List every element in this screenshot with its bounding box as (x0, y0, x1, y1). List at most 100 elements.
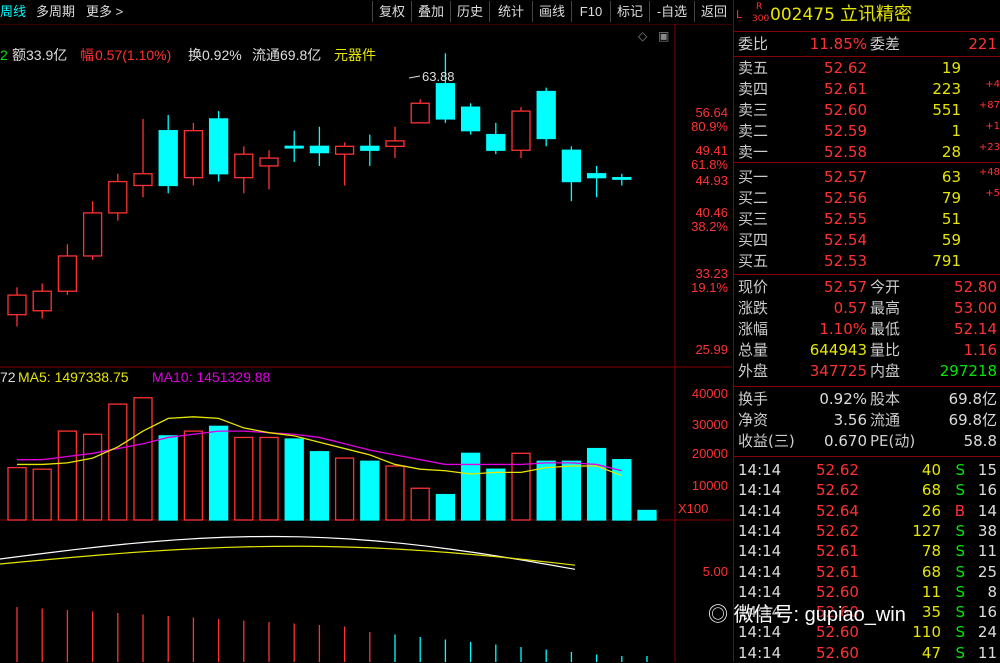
tick-volume: 11 (921, 582, 941, 601)
candles-layer (7, 53, 632, 327)
settings-icon[interactable]: ▣ (658, 29, 669, 43)
flag-300: 300 (752, 14, 770, 24)
stat-label: 最高 (870, 299, 901, 317)
candle-down (460, 106, 481, 132)
f10-button[interactable]: F10 (571, 1, 610, 22)
history-button[interactable]: 历史 (450, 1, 489, 22)
divider (734, 162, 1000, 163)
fund-row: 换手 0.92% 股本 69.8亿 (734, 389, 1000, 409)
volume-bar (108, 403, 128, 521)
fund-value: 69.8亿 (948, 411, 997, 429)
tick-price: 52.62 (816, 461, 859, 479)
tick-row: 14:14 52.62 127 S 38 (734, 521, 1000, 541)
stat-label: 总量 (738, 341, 769, 359)
tick-count: 16 (977, 603, 997, 622)
volume-bar (57, 430, 78, 521)
candle-down (435, 83, 456, 120)
adjust-button[interactable]: 复权 (372, 1, 411, 22)
volume-bar (410, 487, 430, 521)
candle-up (234, 153, 254, 179)
back-button[interactable]: 返回 (694, 1, 733, 22)
multi-period-button[interactable]: 多周期 (36, 2, 75, 22)
candle-up (511, 110, 531, 151)
volume-bar (183, 430, 204, 521)
bid-row: 买三 52.55 51 (734, 209, 1000, 229)
tick-volume: 40 (921, 461, 941, 479)
tick-side: B (954, 501, 965, 520)
flag-l: L (736, 8, 743, 21)
volume-bar (385, 465, 405, 521)
ask-change: +4 (985, 79, 1000, 90)
watchlist-button[interactable]: -自选 (649, 1, 694, 22)
ask-price: 52.58 (824, 143, 867, 161)
info-sector: 元器件 (334, 47, 376, 63)
volume-bar (133, 397, 153, 521)
fund-value: 58.8 (963, 432, 997, 450)
weicha-value: 221 (968, 35, 997, 53)
ma5-legend: MA5: 1497338.75 (18, 369, 129, 385)
stats-button[interactable]: 统计 (489, 1, 532, 22)
bid-change: +48 (978, 167, 1000, 178)
diamond-icon[interactable]: ◇ (638, 29, 648, 43)
mark-button[interactable]: 标记 (610, 1, 649, 22)
fund-label: 股本 (870, 390, 901, 408)
tick-volume: 26 (921, 501, 941, 520)
bid-change: +5 (985, 188, 1000, 199)
volume-bar (536, 460, 556, 521)
stat-row: 涨幅 1.10% 最低 52.14 (734, 319, 1000, 339)
ask-change: +23 (978, 142, 1000, 153)
draw-line-button[interactable]: 画线 (532, 1, 571, 22)
volume-bar (284, 438, 304, 521)
volume-bar (637, 509, 657, 521)
volume-tick: 20000 (692, 446, 728, 461)
candle-up (259, 157, 279, 167)
more-menu[interactable]: 更多 > (86, 2, 123, 22)
tick-row: 14:14 52.64 26 B 14 (734, 501, 1000, 521)
bid-price: 52.55 (824, 210, 867, 228)
tick-time: 14:14 (738, 461, 782, 479)
tick-volume: 47 (921, 643, 941, 662)
stat-label: 涨幅 (738, 320, 769, 338)
tick-row: 14:14 52.60 47 S 11 (734, 643, 1000, 663)
bid-price: 52.57 (824, 168, 867, 186)
candle-down (561, 149, 582, 183)
ask-volume: 28 (941, 143, 961, 161)
candle-up (32, 290, 52, 312)
tick-count: 38 (977, 521, 997, 540)
volume-bar (259, 436, 279, 521)
volume-bar (309, 451, 330, 521)
tick-row: 14:14 52.61 68 S 25 (734, 562, 1000, 582)
tick-count: 8 (987, 582, 997, 601)
tick-volume: 110 (912, 623, 941, 642)
ask-row: 卖五 52.62 19 (734, 58, 1000, 78)
info-range: 0.57(1.10%) (95, 47, 171, 63)
macd-tick: 5.00 (703, 564, 728, 579)
stat-row: 现价 52.57 今开 52.80 (734, 277, 1000, 297)
fund-label: 收益(三) (738, 432, 795, 450)
tick-count: 14 (977, 501, 997, 520)
ask-row: 卖三 52.60 551 +87 (734, 100, 1000, 120)
tick-row: 14:14 52.61 78 S 11 (734, 541, 1000, 561)
stat-value: 53.00 (954, 299, 997, 317)
candle-down (284, 145, 304, 149)
tick-time: 14:14 (738, 501, 782, 520)
volume-bar (460, 452, 481, 521)
price-tick: 44.93 (695, 173, 728, 188)
bid-volume: 51 (941, 210, 961, 228)
divider (734, 456, 1000, 457)
overlay-button[interactable]: 叠加 (411, 1, 450, 22)
stat-value: 644943 (809, 341, 867, 359)
bid-price: 52.56 (824, 189, 867, 207)
tick-volume: 68 (921, 562, 941, 581)
tab-week[interactable]: 周线 (0, 2, 26, 22)
kline-chart[interactable]: 2 额33.9亿 幅 0.57(1.10%) 换0.92% 流通69.8亿 元器… (0, 24, 732, 662)
ask-label: 卖五 (738, 59, 769, 77)
bid-volume: 791 (932, 252, 961, 270)
volume-bar (7, 466, 27, 521)
tick-side: S (955, 481, 965, 500)
fund-label: 净资 (738, 411, 769, 429)
bid-volume: 63 (941, 168, 961, 186)
volume-tick: 40000 (692, 386, 728, 401)
candle-up (385, 140, 405, 147)
info-prefix: 2 (0, 47, 8, 63)
